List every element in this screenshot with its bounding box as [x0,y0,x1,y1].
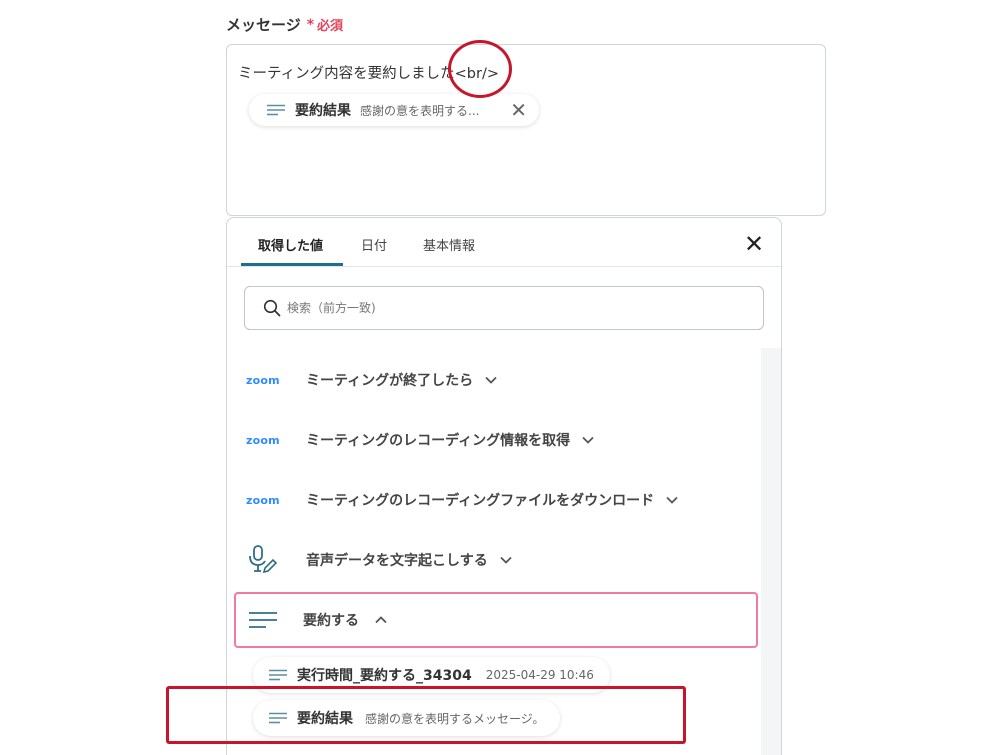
section-label: 要約する [303,613,359,629]
chevron-down-icon [500,556,512,564]
close-icon[interactable]: ✕ [510,100,527,120]
message-field-label: メッセージ * 必須 [226,14,343,35]
section-label: ミーティングが終了したら [306,373,474,389]
chevron-up-icon [375,616,387,624]
required-badge: * 必須 [306,15,344,35]
section-label: ミーティングのレコーディングファイルをダウンロード [306,493,655,509]
microphone-pen-icon [249,545,278,574]
section-label: ミーティングのレコーディング情報を取得 [306,433,571,449]
annotation-rectangle [166,686,686,744]
chevron-down-icon [485,376,497,384]
chip-preview: 感謝の意を表明する... [360,103,480,118]
zoom-logo: zoom [246,373,280,387]
result-value: 2025-04-29 10:46 [485,668,594,682]
tab-basic-info[interactable]: 基本情報 [423,235,475,254]
section-recording-info[interactable]: zoom ミーティングのレコーディング情報を取得 [235,412,757,468]
lines-icon [267,104,285,116]
result-title: 実行時間_要約する_34304 [297,668,472,684]
required-text: 必須 [317,19,344,34]
chevron-down-icon [666,496,678,504]
section-recording-download[interactable]: zoom ミーティングのレコーディングファイルをダウンロード [235,472,757,528]
zoom-logo: zoom [246,493,280,507]
zoom-logo: zoom [246,433,280,447]
section-meeting-ended[interactable]: zoom ミーティングが終了したら [235,352,757,408]
value-picker-panel: 取得した値 日付 基本情報 ✕ zoom ミーティングが終了したら zoom ミ… [226,217,782,755]
annotation-circle [448,40,512,98]
chevron-down-icon [582,436,594,444]
section-label: 音声データを文字起こしする [306,553,488,569]
lines-icon [269,669,287,681]
message-variable-chip[interactable]: 要約結果 感謝の意を表明する... ✕ [249,94,539,126]
required-asterisk: * [306,16,315,33]
search-input[interactable] [287,301,707,315]
message-label-text: メッセージ [226,16,301,34]
tab-date[interactable]: 日付 [361,235,387,254]
message-input[interactable]: ミーティング内容を要約しました<br/> 要約結果 感謝の意を表明する... ✕ [226,44,826,216]
active-tab-indicator [241,263,343,266]
search-icon [263,299,281,317]
scrollbar[interactable] [761,348,781,755]
search-box[interactable] [244,286,764,330]
section-transcribe[interactable]: 音声データを文字起こしする [235,532,757,588]
close-icon[interactable]: ✕ [744,232,764,256]
section-summarize[interactable]: 要約する [234,592,758,648]
tab-bar: 取得した値 日付 基本情報 ✕ [227,218,781,267]
background-fragment [783,217,795,225]
tab-acquired-values[interactable]: 取得した値 [258,235,323,254]
chip-title: 要約結果 [295,103,351,119]
lines-icon [249,612,277,628]
